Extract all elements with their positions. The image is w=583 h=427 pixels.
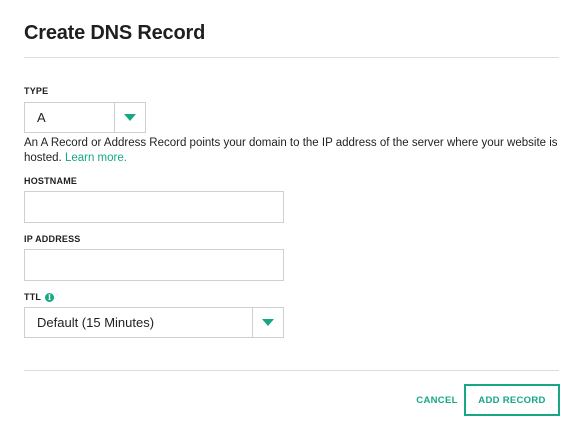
create-dns-record-dialog: Create DNS Record TYPE A An A Record or … — [0, 0, 583, 427]
ttl-select-value: Default (15 Minutes) — [37, 315, 155, 330]
ip-address-label: IP ADDRESS — [24, 234, 81, 244]
header-divider — [24, 57, 559, 58]
add-record-button[interactable]: ADD RECORD — [464, 384, 560, 416]
footer-divider — [24, 370, 559, 371]
chevron-down-icon — [124, 114, 136, 121]
learn-more-link[interactable]: Learn more. — [65, 152, 127, 164]
type-select-toggle[interactable] — [114, 103, 145, 132]
type-description: An A Record or Address Record points you… — [24, 136, 564, 166]
chevron-down-icon — [262, 319, 274, 326]
type-select-value: A — [37, 110, 46, 125]
ttl-label-row: TTL i — [24, 292, 55, 302]
ttl-select[interactable]: Default (15 Minutes) — [24, 307, 284, 338]
ttl-label: TTL — [24, 292, 42, 302]
hostname-label: HOSTNAME — [24, 176, 78, 186]
info-icon[interactable]: i — [45, 292, 55, 302]
ttl-select-toggle[interactable] — [252, 308, 283, 337]
type-select[interactable]: A — [24, 102, 146, 133]
hostname-input[interactable] — [24, 191, 284, 223]
cancel-button[interactable]: CANCEL — [410, 388, 464, 412]
dialog-title: Create DNS Record — [24, 22, 206, 44]
ip-address-input[interactable] — [24, 249, 284, 281]
type-label: TYPE — [24, 86, 49, 96]
